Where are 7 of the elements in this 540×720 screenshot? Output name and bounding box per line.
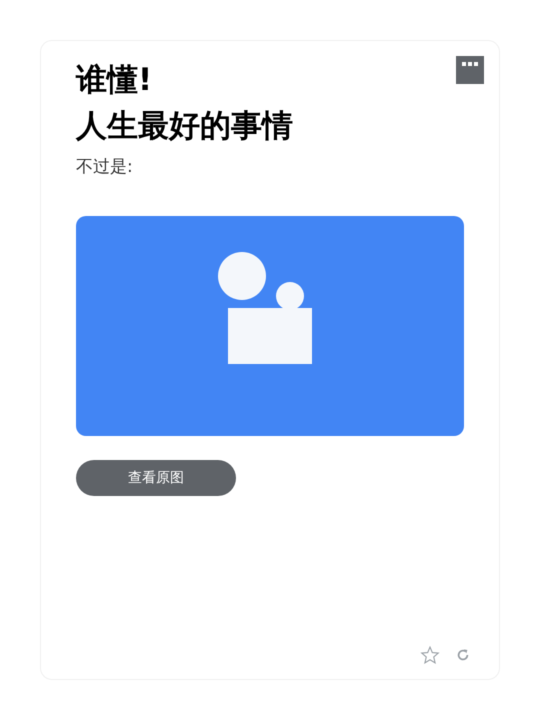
headline: 人生最好的事情 [76, 107, 293, 146]
headline: 谁懂! [76, 61, 154, 100]
refresh-icon[interactable] [456, 648, 470, 662]
subtitle: 不过是: [76, 156, 133, 178]
star-icon[interactable] [420, 645, 440, 665]
view-original-button[interactable]: 查看原图 [76, 460, 236, 496]
more-icon[interactable] [456, 56, 484, 84]
